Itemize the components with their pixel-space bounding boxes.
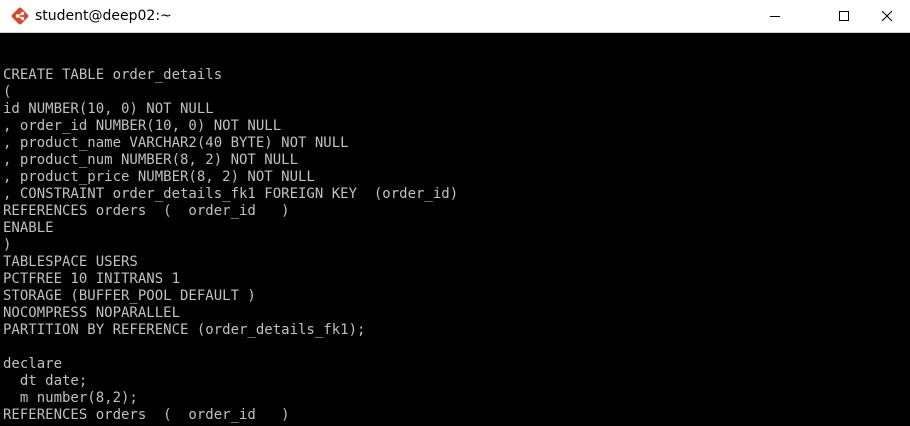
terminal-line: NOCOMPRESS NOPARALLEL [3,305,181,321]
minimize-icon [770,16,780,17]
terminal-line: ENABLE [3,220,54,236]
window-title: student@deep02:~ [35,8,172,24]
terminal-line: CREATE TABLE order_details [3,67,223,83]
title-bar[interactable]: student@deep02:~ [0,0,910,33]
maximize-icon [839,11,849,21]
terminal-window: student@deep02:~ CREATE TABLE order_deta… [0,0,910,426]
terminal-line: TABLESPACE USERS [3,254,138,270]
terminal-line: m number(8,2); [3,390,138,406]
terminal-lines: CREATE TABLE order_details ( id NUMBER(1… [3,67,458,424]
minimize-button[interactable] [752,0,798,32]
terminal-line: dt date; [3,373,88,389]
terminal-output[interactable]: CREATE TABLE order_details ( id NUMBER(1… [0,33,910,426]
terminal-line: ) [3,237,12,253]
terminal-line: PCTFREE 10 INITRANS 1 [3,271,181,287]
terminal-line: declare [3,356,63,372]
terminal-line: STORAGE (BUFFER_POOL DEFAULT ) [3,288,256,304]
terminal-line: , product_name VARCHAR2(40 BYTE) NOT NUL… [3,135,349,151]
terminal-line: id NUMBER(10, 0) NOT NULL [3,101,214,117]
terminal-line: , CONSTRAINT order_details_fk1 FOREIGN K… [3,186,459,202]
terminal-line: REFERENCES orders ( order_id ) [3,407,290,423]
terminal-line: , product_price NUMBER(8, 2) NOT NULL [3,169,315,185]
terminal-line: , product_num NUMBER(8, 2) NOT NULL [3,152,299,168]
terminal-line: ( [3,84,12,100]
close-button[interactable] [864,0,910,32]
terminal-line: , order_id NUMBER(10, 0) NOT NULL [3,118,282,134]
close-icon [881,10,893,22]
terminal-line: PARTITION BY REFERENCE (order_details_fk… [3,322,366,338]
terminal-line: REFERENCES orders ( order_id ) [3,203,290,219]
maximize-button[interactable] [821,0,867,32]
git-bash-icon[interactable] [10,6,30,26]
